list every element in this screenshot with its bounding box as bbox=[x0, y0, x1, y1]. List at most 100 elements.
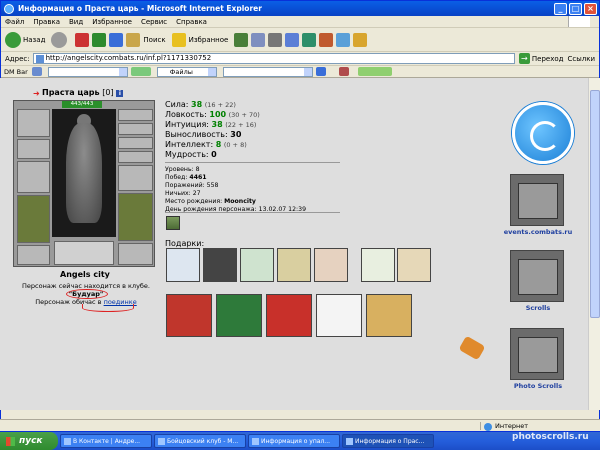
edit-icon[interactable] bbox=[285, 32, 300, 47]
combats-logo-icon[interactable] bbox=[512, 102, 574, 164]
weapon-slot[interactable] bbox=[17, 161, 50, 193]
forward-button[interactable] bbox=[51, 31, 69, 48]
taskbar-item[interactable]: В Контакте | Андре... bbox=[60, 434, 152, 448]
boots-slot[interactable] bbox=[118, 243, 153, 265]
favorites-button[interactable]: Избранное bbox=[171, 32, 229, 47]
menu-view[interactable]: Вид bbox=[69, 18, 83, 26]
print-icon[interactable] bbox=[268, 32, 283, 47]
refresh-icon[interactable] bbox=[92, 32, 107, 47]
watermark: photoscrolls.ru bbox=[512, 432, 589, 442]
gift-bag-item[interactable] bbox=[316, 294, 362, 337]
helmet-slot[interactable] bbox=[17, 109, 50, 137]
toolbar-green-box[interactable] bbox=[357, 67, 392, 76]
address-input[interactable]: http://angelscity.combats.ru/inf.pl?1171… bbox=[32, 53, 515, 64]
gift-item[interactable] bbox=[203, 248, 237, 282]
gloves-slot[interactable] bbox=[118, 165, 153, 191]
events-link[interactable]: events.combats.ru bbox=[498, 228, 578, 236]
hp-bar: 443/443 bbox=[62, 101, 102, 108]
links-label[interactable]: Ссылки bbox=[567, 55, 595, 63]
scrollbar-thumb[interactable] bbox=[590, 90, 600, 318]
gift-item[interactable] bbox=[397, 248, 431, 282]
dmbar-icon[interactable] bbox=[31, 67, 42, 76]
files-search-input[interactable] bbox=[222, 66, 313, 77]
gift-box-icon[interactable] bbox=[166, 216, 180, 230]
taskbar-item[interactable]: Информация о упал... bbox=[248, 434, 340, 448]
status-bar: Интернет bbox=[0, 419, 600, 431]
windows-flag-icon bbox=[6, 436, 15, 446]
vertical-scrollbar[interactable] bbox=[588, 78, 600, 410]
wins-value: 4461 bbox=[189, 174, 207, 181]
research-icon[interactable] bbox=[319, 32, 334, 47]
star-icon bbox=[171, 32, 186, 47]
menu-tools[interactable]: Сервис bbox=[141, 18, 167, 26]
dmbar-label: DM Bar bbox=[4, 67, 28, 76]
address-url: http://angelscity.combats.ru/inf.pl?1171… bbox=[45, 54, 212, 62]
inventory-slots[interactable] bbox=[54, 241, 114, 265]
bracer-slot[interactable] bbox=[17, 139, 50, 159]
maximize-button[interactable]: □ bbox=[569, 2, 582, 15]
minimize-button[interactable]: _ bbox=[554, 2, 567, 15]
ring-slot-2[interactable] bbox=[118, 123, 153, 135]
ring-slot-3[interactable] bbox=[118, 137, 153, 149]
stat-row: Мудрость: 0 bbox=[165, 150, 260, 160]
title-bar[interactable]: Информация о Праста царь - Microsoft Int… bbox=[1, 1, 599, 16]
go-button[interactable]: → Переход bbox=[518, 53, 564, 64]
extra-icon[interactable] bbox=[353, 32, 368, 47]
taskbar-item[interactable]: Бойцовский клуб - М... bbox=[154, 434, 246, 448]
stop-icon[interactable] bbox=[75, 32, 90, 47]
gift-item[interactable] bbox=[361, 248, 395, 282]
start-button[interactable]: пуск bbox=[0, 432, 58, 450]
gift-item[interactable] bbox=[166, 248, 200, 282]
back-label: Назад bbox=[23, 35, 46, 44]
search-button[interactable]: Поиск bbox=[126, 32, 166, 47]
menu-edit[interactable]: Правка bbox=[33, 18, 60, 26]
back-button[interactable]: Назад bbox=[5, 31, 46, 48]
ring-slot-4[interactable] bbox=[118, 151, 153, 163]
ring-slot-1[interactable] bbox=[118, 109, 153, 121]
green-button-icon[interactable] bbox=[130, 67, 151, 76]
stats-block: Сила: 38 (16 + 22) Ловкость: 100 (30 + 7… bbox=[165, 100, 260, 160]
stat-extra: (22 + 16) bbox=[225, 121, 257, 129]
gift-bag-item[interactable] bbox=[366, 294, 412, 337]
shield-slot[interactable] bbox=[118, 193, 153, 241]
search-go-icon[interactable] bbox=[315, 67, 326, 76]
history-icon[interactable] bbox=[234, 32, 249, 47]
files-dropdown[interactable]: Файлы bbox=[156, 66, 217, 77]
stat-row: Интуиция: 38 (22 + 16) bbox=[165, 120, 260, 130]
stat-label: Интуиция: bbox=[165, 120, 209, 129]
events-banner[interactable] bbox=[510, 174, 564, 226]
taskbar-item-active[interactable]: Информация о Прас... bbox=[342, 434, 434, 448]
home-icon[interactable] bbox=[109, 32, 124, 47]
gift-item[interactable] bbox=[240, 248, 274, 282]
messenger-icon[interactable] bbox=[302, 32, 317, 47]
stat-label: Ловкость: bbox=[165, 110, 207, 119]
stat-row: Интеллект: 8 (0 + 8) bbox=[165, 140, 260, 150]
tool-icon[interactable] bbox=[336, 32, 351, 47]
info-wins: Побед: 4461 bbox=[165, 174, 306, 182]
gift-item[interactable] bbox=[314, 248, 348, 282]
scrolls-banner[interactable] bbox=[510, 250, 564, 302]
gift-bag-item[interactable] bbox=[266, 294, 312, 337]
taskbar: пуск В Контакте | Андре... Бойцовский кл… bbox=[0, 432, 600, 450]
dmbar-dropdown[interactable] bbox=[47, 66, 128, 77]
armor-slot[interactable] bbox=[17, 195, 50, 243]
info-icon[interactable]: i bbox=[116, 90, 124, 97]
close-button[interactable]: × bbox=[584, 2, 597, 15]
gift-bag-item[interactable] bbox=[166, 294, 212, 337]
back-arrow-icon bbox=[5, 31, 21, 48]
page-content: ➜ Праста царь [0] i 443/443 Angels city … bbox=[0, 78, 588, 410]
menu-favorites[interactable]: Избранное bbox=[92, 18, 132, 26]
gift-bag-item[interactable] bbox=[216, 294, 262, 337]
go-label: Переход bbox=[531, 54, 564, 63]
favorites-label: Избранное bbox=[188, 35, 229, 44]
menu-file[interactable]: Файл bbox=[5, 18, 24, 26]
toolbar-option-icon[interactable] bbox=[338, 67, 349, 76]
stat-label: Сила: bbox=[165, 100, 189, 109]
mail-icon[interactable] bbox=[251, 32, 266, 47]
photo-scrolls-banner[interactable] bbox=[510, 328, 564, 380]
gift-item[interactable] bbox=[277, 248, 311, 282]
scrolls-link[interactable]: Scrolls bbox=[498, 304, 578, 312]
menu-help[interactable]: Справка bbox=[176, 18, 207, 26]
belt-slot[interactable] bbox=[17, 245, 50, 265]
photo-scrolls-link[interactable]: Photo Scrolls bbox=[498, 382, 578, 390]
